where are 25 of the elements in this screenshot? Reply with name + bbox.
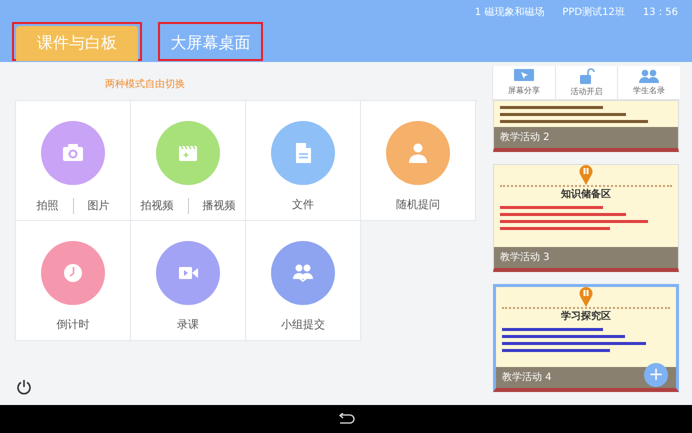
tool-label[interactable]: 随机提问: [396, 198, 440, 212]
tool-label[interactable]: 倒计时: [56, 318, 90, 332]
users-icon: [639, 69, 660, 83]
clock-time: 13 : 56: [642, 7, 678, 20]
tool-label[interactable]: 拍照: [36, 199, 58, 213]
tool-label[interactable]: 图片: [88, 199, 110, 213]
screen-share-icon: [514, 69, 534, 83]
tool-label[interactable]: 拍视频: [140, 199, 174, 213]
tool-label[interactable]: 播视频: [202, 199, 236, 213]
tool-label[interactable]: 录课: [177, 318, 199, 332]
slide-label: 教学活动 2: [494, 127, 678, 148]
tool-label[interactable]: 文件: [292, 198, 314, 212]
slide-heading: 知识储备区: [561, 189, 611, 201]
slide-thumbnail[interactable]: 教学活动 2: [493, 100, 679, 152]
slide-heading: 学习探究区: [561, 311, 611, 323]
unlocked-padlock-icon: [578, 68, 594, 84]
class-name: PPD测试12班: [562, 7, 625, 20]
tool-label[interactable]: 小组提交: [281, 318, 325, 332]
pin-icon: [579, 165, 593, 185]
slide-label: 教学活动 3: [494, 247, 678, 268]
lesson-title: 1 磁现象和磁场: [474, 7, 544, 20]
power-icon[interactable]: [16, 379, 32, 395]
mode-hint: 两种模式自由切换: [105, 78, 186, 92]
slide-thumbnail[interactable]: 知识储备区 教学活动 3: [493, 164, 679, 272]
pin-icon: [579, 287, 593, 307]
